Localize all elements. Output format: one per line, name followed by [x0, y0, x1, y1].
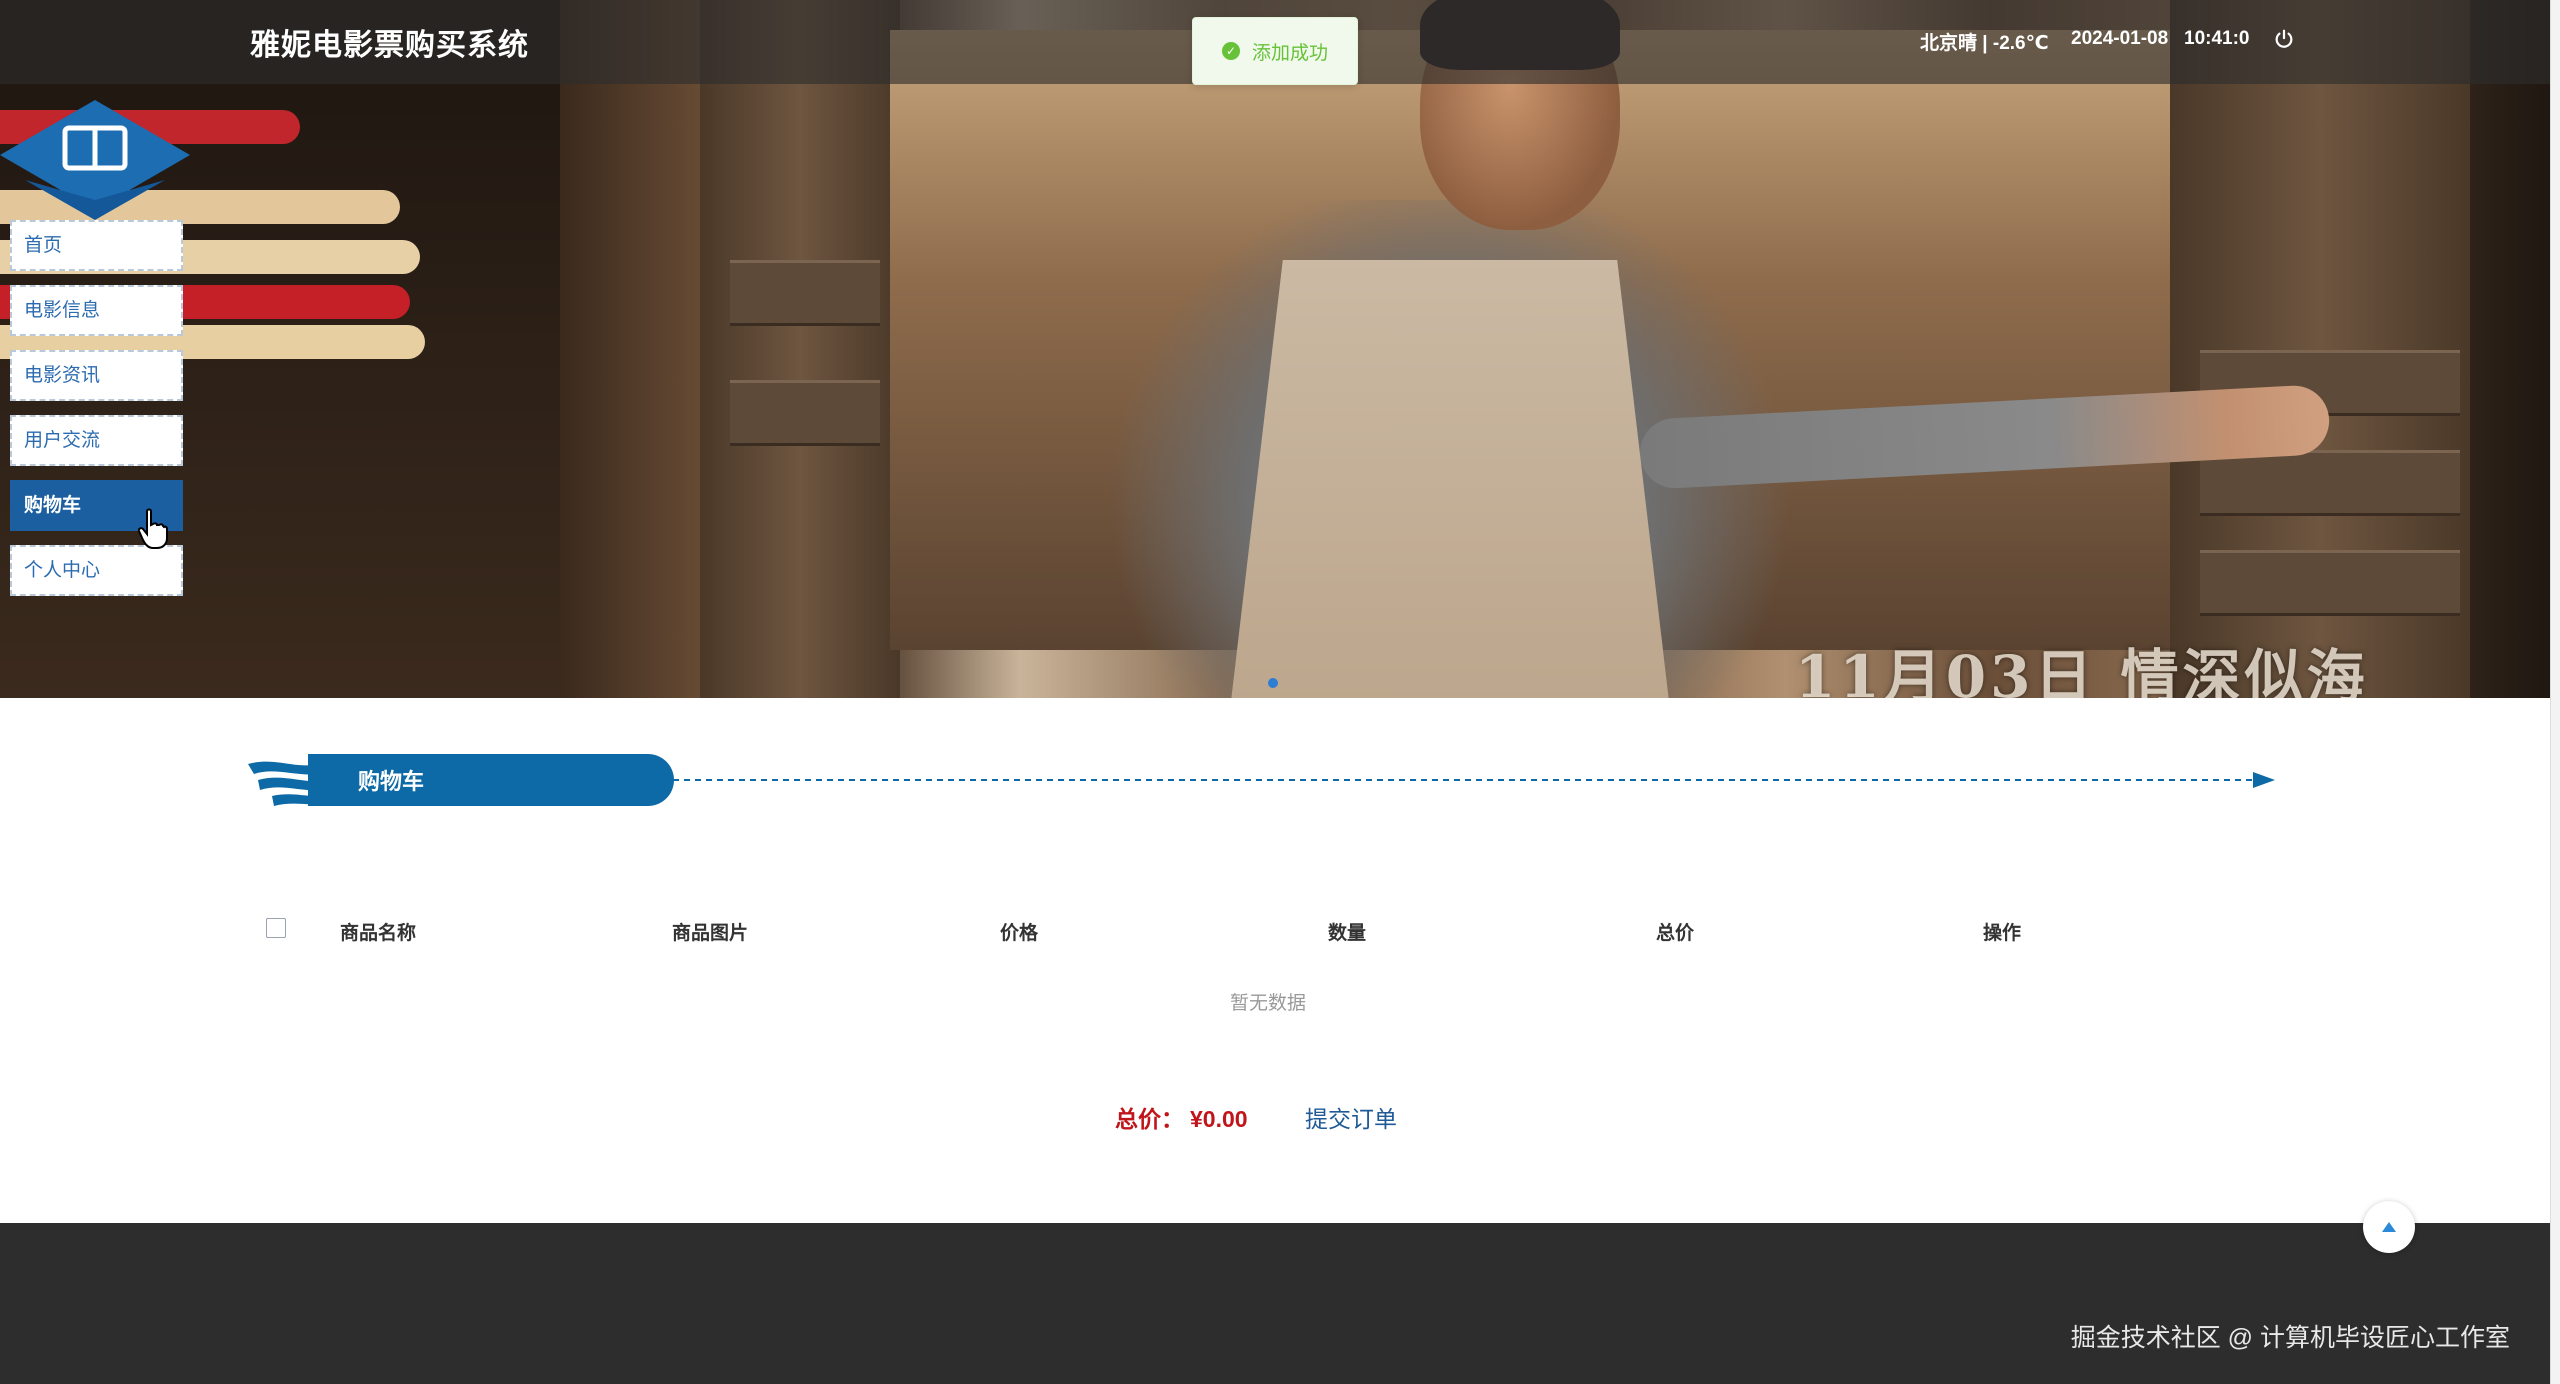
footer: 掘金技术社区 @ 计算机毕设匠心工作室	[0, 1223, 2550, 1384]
logo-book-icon[interactable]	[0, 100, 200, 222]
section-header: 购物车	[248, 752, 2278, 808]
nav-item-home[interactable]: 首页	[10, 220, 183, 271]
check-circle-icon: ✓	[1221, 42, 1240, 60]
weather-text: 北京晴 | -2.6℃	[1920, 33, 2049, 54]
col-product-image: 商品图片	[672, 923, 749, 944]
nav-item-movie-news[interactable]: 电影资讯	[10, 350, 183, 401]
total-label: 总价：	[1115, 1106, 1184, 1132]
banner-decor	[1230, 260, 1670, 698]
table-header: 商品名称 商品图片 价格 数量 总价 操作	[248, 900, 2288, 960]
section-header-graphic	[248, 754, 2275, 806]
nav-item-movie-info[interactable]: 电影信息	[10, 285, 183, 336]
toast-message: 添加成功	[1251, 42, 1328, 64]
watermark-text: 掘金技术社区 @ 计算机毕设匠心工作室	[2070, 1324, 2510, 1352]
col-product-name: 商品名称	[340, 923, 417, 944]
caret-up-icon	[2382, 1222, 2396, 1232]
nav-item-user-forum[interactable]: 用户交流	[10, 415, 183, 466]
banner-caption: 11月03日 情深似海	[1795, 643, 2369, 698]
banner-decor	[730, 260, 880, 326]
empty-state-text: 暂无数据	[1229, 993, 1306, 1014]
col-total: 总价	[1656, 923, 1695, 944]
scrollbar[interactable]	[2550, 0, 2560, 1384]
col-quantity: 数量	[1328, 923, 1367, 944]
carousel-indicator[interactable]	[1268, 678, 1278, 688]
hero-banner: 11月03日 情深似海	[0, 0, 2550, 698]
banner-decor	[700, 0, 900, 698]
section-title: 购物车	[358, 769, 425, 794]
total-value: ¥0.00	[1190, 1106, 1248, 1132]
site-title: 雅妮电影票购买系统	[250, 29, 529, 62]
side-nav: 首页 电影信息 电影资讯 用户交流 购物车 个人中心	[10, 220, 183, 610]
back-to-top-button[interactable]	[2363, 1201, 2415, 1253]
banner-decor	[2200, 450, 2460, 516]
cart-total: 总价： ¥0.00	[1115, 1100, 1248, 1134]
hand-cursor-icon	[138, 508, 168, 549]
banner-decor	[2200, 550, 2460, 616]
cart-table: 商品名称 商品图片 价格 数量 总价 操作 暂无数据	[248, 900, 2288, 1014]
col-actions: 操作	[1983, 923, 2022, 944]
select-all-checkbox[interactable]	[266, 918, 286, 938]
submit-order-button[interactable]: 提交订单	[1305, 1100, 1397, 1134]
date-text: 2024-01-08	[2071, 28, 2169, 49]
col-price: 价格	[1000, 923, 1039, 944]
success-toast: ✓ 添加成功	[1192, 17, 1358, 85]
time-text: 10:41:0	[2184, 28, 2250, 49]
nav-item-profile[interactable]: 个人中心	[10, 545, 183, 596]
power-icon[interactable]	[2273, 28, 2295, 50]
banner-decor	[730, 380, 880, 446]
